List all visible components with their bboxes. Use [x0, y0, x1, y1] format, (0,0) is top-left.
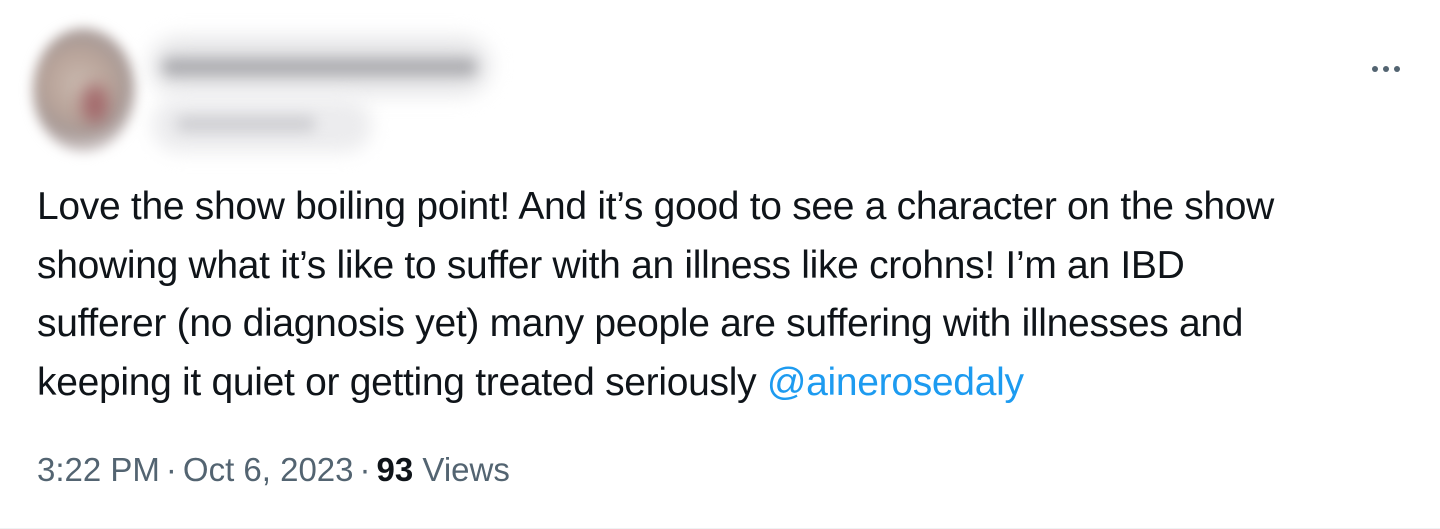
tweet-metadata: 3:22 PM · Oct 6, 2023 · 93 Views	[37, 448, 510, 492]
tweet-text-line: Love the show boiling point! And it’s go…	[37, 185, 1275, 228]
views-count: 93	[376, 451, 414, 488]
tweet-text-fragment: keeping it quiet or getting treated seri…	[37, 360, 767, 404]
tweet-body: Love the show boiling point! And it’s go…	[37, 178, 1422, 412]
more-horizontal-icon-dot	[1383, 66, 1389, 72]
tweet-time[interactable]: 3:22 PM	[37, 451, 160, 488]
meta-separator: ·	[359, 451, 371, 488]
meta-separator: ·	[165, 451, 177, 488]
more-options-button[interactable]	[1362, 52, 1410, 86]
author-handle-blur	[176, 116, 316, 132]
author-display-name-blur	[162, 58, 477, 76]
tweet-header	[0, 0, 1440, 160]
more-horizontal-icon-dot	[1394, 66, 1400, 72]
tweet-text-line-last: keeping it quiet or getting treated seri…	[37, 354, 1422, 413]
tweet-text-line: showing what it’s like to suffer with an…	[37, 243, 1185, 287]
tweet-card: Love the show boiling point! And it’s go…	[0, 0, 1440, 529]
tweet-date[interactable]: Oct 6, 2023	[183, 451, 354, 488]
author-avatar-detail	[82, 85, 108, 123]
tweet-text-line: sufferer (no diagnosis yet) many people …	[37, 302, 1244, 345]
mention-link[interactable]: @ainerosedaly	[767, 361, 1024, 404]
more-horizontal-icon	[1372, 66, 1378, 72]
views-label: Views	[422, 451, 510, 488]
